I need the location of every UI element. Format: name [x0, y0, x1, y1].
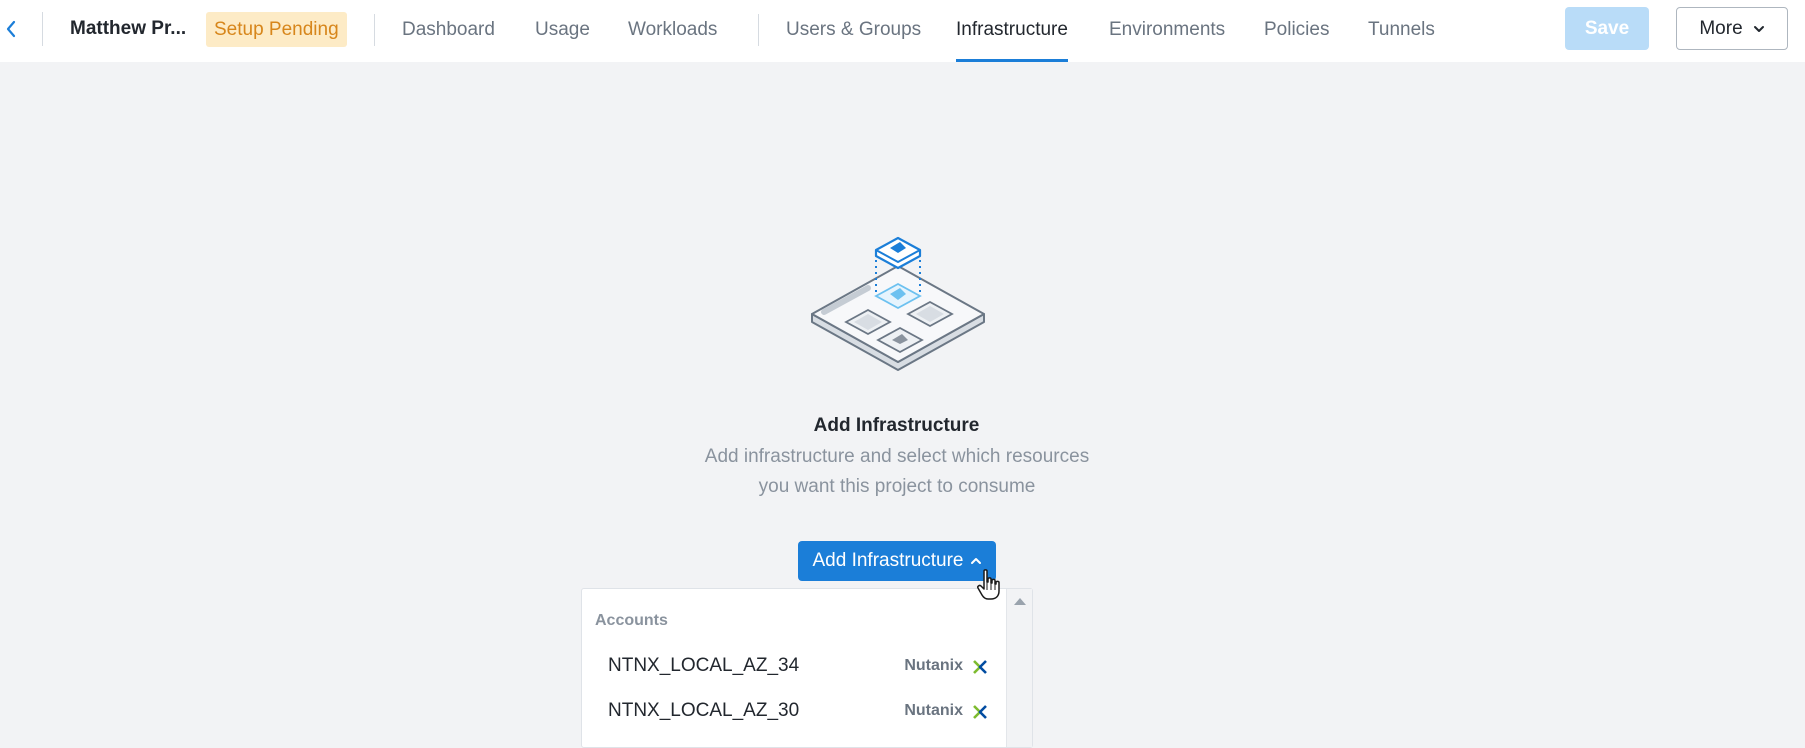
top-navigation-bar: Matthew Pr... Setup Pending Dashboard Us…	[0, 0, 1805, 62]
provider-label: Nutanix	[904, 657, 963, 674]
account-name: NTNX_LOCAL_AZ_34	[608, 655, 800, 676]
hand-pointer-cursor-icon	[977, 569, 1000, 600]
tab-infrastructure[interactable]: Infrastructure	[956, 0, 1068, 62]
add-infrastructure-button[interactable]: Add Infrastructure	[798, 541, 996, 581]
tab-usage[interactable]: Usage	[535, 0, 590, 62]
save-button[interactable]: Save	[1565, 7, 1649, 50]
scroll-up-arrow-icon[interactable]	[1014, 598, 1026, 605]
infrastructure-illustration-icon	[811, 236, 985, 371]
dropdown-option-account[interactable]: NTNX_LOCAL_AZ_30 Nutanix	[581, 692, 1006, 732]
more-button[interactable]: More	[1676, 7, 1788, 50]
tab-policies[interactable]: Policies	[1264, 0, 1329, 62]
chevron-down-icon	[1753, 25, 1764, 32]
dropdown-section-header: Accounts	[595, 612, 668, 629]
nutanix-logo-icon	[973, 660, 987, 674]
tab-users-groups[interactable]: Users & Groups	[786, 0, 921, 62]
chevron-up-icon	[970, 558, 981, 564]
more-button-label: More	[1699, 17, 1743, 39]
divider	[374, 14, 375, 46]
tab-environments[interactable]: Environments	[1109, 0, 1225, 62]
empty-state-description: Add infrastructure and select which reso…	[704, 446, 1090, 497]
tab-workloads[interactable]: Workloads	[628, 0, 717, 62]
dropdown-option-account[interactable]: NTNX_LOCAL_AZ_34 Nutanix	[581, 647, 1006, 687]
dropdown-scrollbar[interactable]	[1006, 589, 1032, 747]
tab-dashboard[interactable]: Dashboard	[402, 0, 495, 62]
back-button[interactable]	[0, 14, 22, 44]
tab-tunnels[interactable]: Tunnels	[1368, 0, 1435, 62]
chevron-left-icon	[6, 20, 16, 38]
provider-label: Nutanix	[904, 702, 963, 719]
project-name: Matthew Pr...	[70, 18, 187, 39]
status-badge: Setup Pending	[206, 12, 347, 47]
add-infrastructure-button-label: Add Infrastructure	[812, 550, 964, 571]
empty-state-title: Add Infrastructure	[813, 415, 980, 436]
divider	[42, 12, 43, 46]
divider	[758, 14, 759, 46]
nutanix-logo-icon	[973, 705, 987, 719]
account-name: NTNX_LOCAL_AZ_30	[608, 700, 800, 721]
